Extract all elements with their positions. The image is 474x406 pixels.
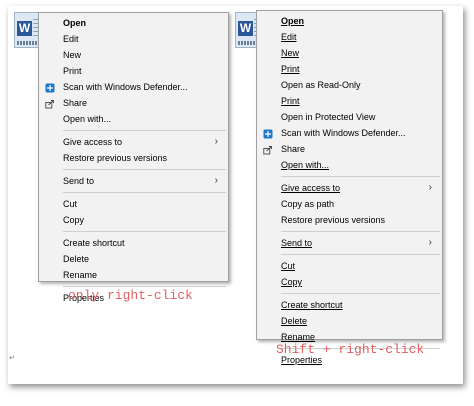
menu-item-label: Copy — [281, 277, 303, 287]
menu-item-label: Print — [281, 64, 300, 74]
menu-item[interactable]: Copy — [39, 212, 228, 228]
chevron-right-icon: › — [214, 136, 218, 147]
menu-item[interactable]: Create shortcut — [257, 297, 442, 313]
menu-item-label: Scan with Windows Defender... — [63, 82, 188, 92]
menu-item[interactable]: Send to › — [39, 173, 228, 189]
menu-item[interactable]: Send to › — [257, 235, 442, 251]
chevron-right-icon: › — [428, 182, 432, 193]
menu-item[interactable]: Give access to › — [257, 180, 442, 196]
menu-item-label: Copy as path — [281, 199, 335, 209]
menu-item[interactable]: Print — [39, 63, 228, 79]
menu-item-label: Rename — [281, 332, 316, 342]
menu-item-label: New — [63, 50, 82, 60]
menu-item[interactable]: Scan with Windows Defender... — [39, 79, 228, 95]
defender-shield-icon — [263, 128, 273, 139]
menu-item[interactable]: Share — [39, 95, 228, 111]
menu-item[interactable]: Cut — [257, 258, 442, 274]
menu-item[interactable]: New — [257, 45, 442, 61]
menu-item[interactable]: Restore previous versions — [39, 150, 228, 166]
menu-item-label: Rename — [63, 270, 98, 280]
menu-item-label: Create shortcut — [63, 238, 125, 248]
share-icon — [45, 98, 55, 109]
menu-item-label: Open — [281, 16, 305, 26]
menu-item[interactable]: Copy — [257, 274, 442, 290]
menu-item[interactable]: Print — [257, 93, 442, 109]
menu-separator — [281, 176, 440, 177]
menu-item-label: Cut — [281, 261, 296, 271]
menu-item-label: Copy — [63, 215, 85, 225]
word-logo: W — [238, 21, 253, 36]
defender-shield-icon — [45, 82, 55, 93]
menu-item[interactable]: Open with... — [39, 111, 228, 127]
menu-item-label: Restore previous versions — [281, 215, 386, 225]
menu-item-label: Print — [63, 66, 82, 76]
menu-item[interactable]: Create shortcut — [39, 235, 228, 251]
menu-separator — [63, 286, 226, 287]
menu-item-label: Edit — [63, 34, 79, 44]
menu-item[interactable]: Open — [39, 15, 228, 31]
menu-item-label: New — [281, 48, 300, 58]
menu-separator — [63, 169, 226, 170]
context-menu-right-click: Open Edit New Print Scan with Windows Defend… — [38, 12, 229, 303]
menu-item-label: Open with... — [281, 160, 330, 170]
menu-item[interactable]: Print — [257, 61, 442, 77]
word-logo: W — [17, 21, 32, 36]
menu-item-label: Delete — [281, 316, 308, 326]
menu-item-label: Edit — [281, 32, 297, 42]
menu-item[interactable]: Open — [257, 13, 442, 29]
caption-right-click: only right-click — [68, 288, 193, 303]
chevron-right-icon: › — [214, 175, 218, 186]
menu-separator — [63, 130, 226, 131]
menu-item-label: Open in Protected View — [281, 112, 376, 122]
menu-separator — [281, 231, 440, 232]
menu-separator — [281, 254, 440, 255]
menu-item[interactable]: Copy as path — [257, 196, 442, 212]
menu-item[interactable]: Give access to › — [39, 134, 228, 150]
menu-item[interactable]: Delete — [257, 313, 442, 329]
share-icon — [263, 144, 273, 155]
menu-item-label: Open as Read-Only — [281, 80, 361, 90]
menu-item[interactable]: Edit — [257, 29, 442, 45]
menu-item-label: Restore previous versions — [63, 153, 168, 163]
menu-item-label: Give access to — [63, 137, 123, 147]
menu-item-label: Share — [281, 144, 306, 154]
menu-item-label: Send to — [63, 176, 95, 186]
menu-item[interactable]: Edit — [39, 31, 228, 47]
menu-separator — [281, 293, 440, 294]
menu-item[interactable]: Rename — [39, 267, 228, 283]
menu-item[interactable]: Scan with Windows Defender... — [257, 125, 442, 141]
menu-item-label: Open with... — [63, 114, 112, 124]
menu-item[interactable]: Open in Protected View — [257, 109, 442, 125]
menu-item[interactable]: Share — [257, 141, 442, 157]
menu-item-label: Share — [63, 98, 88, 108]
menu-item-label: Print — [281, 96, 300, 106]
menu-item-label: Give access to — [281, 183, 341, 193]
menu-item[interactable]: Cut — [39, 196, 228, 212]
menu-item[interactable]: Restore previous versions — [257, 212, 442, 228]
menu-item-label: Scan with Windows Defender... — [281, 128, 406, 138]
menu-item-label: Delete — [63, 254, 90, 264]
menu-item-label: Create shortcut — [281, 300, 343, 310]
menu-separator — [63, 192, 226, 193]
corner-mark: ↵ — [9, 355, 15, 362]
chevron-right-icon: › — [428, 237, 432, 248]
menu-item[interactable]: Open with... — [257, 157, 442, 173]
menu-separator — [63, 231, 226, 232]
context-menu-shift-right-click: Open Edit New Print Open as Read-Only Print Op… — [256, 10, 443, 365]
menu-item[interactable]: New — [39, 47, 228, 63]
menu-item[interactable]: Open as Read-Only — [257, 77, 442, 93]
menu-item-label: Open — [63, 18, 87, 28]
menu-item-label: Cut — [63, 199, 78, 209]
caption-shift-right-click: Shift + right-click — [276, 342, 425, 357]
menu-item-label: Send to — [281, 238, 313, 248]
menu-item[interactable]: Delete — [39, 251, 228, 267]
